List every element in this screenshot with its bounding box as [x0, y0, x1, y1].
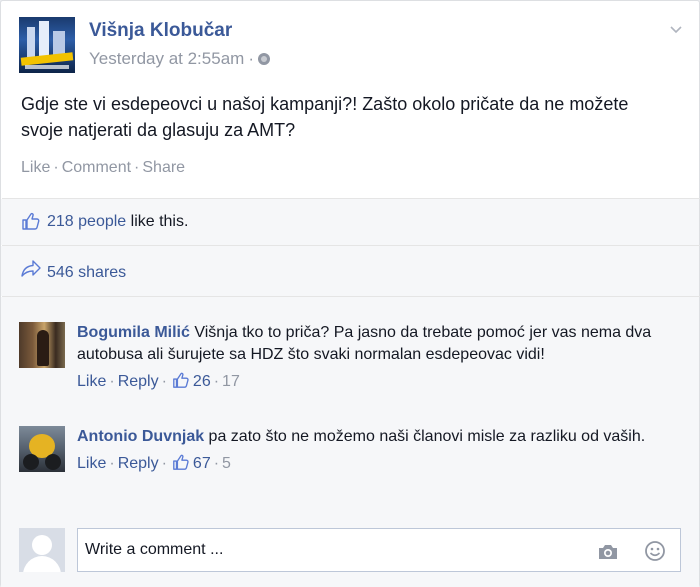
comment-input[interactable] — [77, 528, 681, 572]
comment-like-button[interactable]: Like — [77, 455, 106, 472]
post-meta: Yesterday at 2:55am · — [89, 49, 270, 69]
post-card: Višnja Klobučar Yesterday at 2:55am · Gdj… — [0, 0, 700, 587]
comment-author[interactable]: Antonio Duvnjak — [77, 428, 204, 445]
author-name[interactable]: Višnja Klobučar — [89, 20, 232, 42]
comment-author[interactable]: Bogumila Milić — [77, 324, 190, 341]
comment-text-block: Antonio Duvnjak pa zato što ne možemo na… — [77, 426, 667, 448]
comment-reply-count[interactable]: 17 — [222, 373, 240, 390]
likes-summary: 218 people like this. — [1, 199, 699, 245]
share-button[interactable]: Share — [142, 159, 185, 176]
chevron-down-icon[interactable] — [669, 23, 683, 37]
likes-text: 218 people like this. — [47, 213, 188, 231]
comment-like-button[interactable]: Like — [77, 373, 106, 390]
comment-like-count[interactable]: 67 — [193, 455, 211, 472]
camera-icon[interactable] — [597, 543, 619, 561]
action-separator: · — [109, 455, 115, 472]
comment-composer: Write a comment ... — [19, 528, 681, 572]
action-separator: · — [213, 373, 220, 390]
action-separator: · — [53, 159, 59, 176]
commenter-avatar[interactable] — [19, 322, 65, 368]
action-separator: · — [161, 373, 167, 390]
comment-text: pa zato što ne možemo naši članovi misle… — [204, 428, 646, 445]
comment-reply-count[interactable]: 5 — [222, 455, 231, 472]
current-user-avatar — [19, 528, 65, 572]
commenter-avatar[interactable] — [19, 426, 65, 472]
comment-actions: Like · Reply · 26 · 17 — [77, 371, 667, 392]
action-separator: · — [161, 455, 167, 472]
comment-actions: Like · Reply · 67 · 5 — [77, 453, 667, 474]
post-text: Gdje ste vi esdepeovci u našoj kampanji?… — [21, 94, 629, 140]
thumbs-up-icon — [22, 212, 40, 230]
comment-button[interactable]: Comment — [62, 159, 131, 176]
shares-count-link[interactable]: 546 shares — [47, 264, 126, 282]
post-actions: Like · Comment · Share — [21, 159, 185, 177]
action-separator: · — [134, 159, 140, 176]
comment-reply-button[interactable]: Reply — [118, 373, 159, 390]
thumbs-up-icon — [173, 372, 189, 388]
author-avatar[interactable] — [19, 17, 75, 73]
likes-count-link[interactable]: 218 people — [47, 213, 126, 230]
comment-body: Antonio Duvnjak pa zato što ne možemo na… — [77, 426, 667, 474]
comment-body: Bogumila Milić Višnja tko to priča? Pa j… — [77, 322, 667, 392]
meta-separator: · — [248, 49, 254, 68]
thumbs-up-icon — [173, 454, 189, 470]
smiley-icon[interactable] — [644, 540, 666, 562]
comment-text-block: Bogumila Milić Višnja tko to priča? Pa j… — [77, 322, 667, 366]
comment-reply-button[interactable]: Reply — [118, 455, 159, 472]
action-separator: · — [109, 373, 115, 390]
like-button[interactable]: Like — [21, 159, 50, 176]
share-arrow-icon — [21, 260, 41, 277]
post-header: Višnja Klobučar Yesterday at 2:55am · — [19, 17, 683, 77]
likes-suffix: like this. — [126, 213, 189, 230]
shares-summary: 546 shares — [1, 246, 699, 296]
comment-like-count[interactable]: 26 — [193, 373, 211, 390]
action-separator: · — [213, 455, 220, 472]
globe-icon[interactable] — [257, 53, 270, 65]
post-timestamp[interactable]: Yesterday at 2:55am — [89, 49, 244, 68]
